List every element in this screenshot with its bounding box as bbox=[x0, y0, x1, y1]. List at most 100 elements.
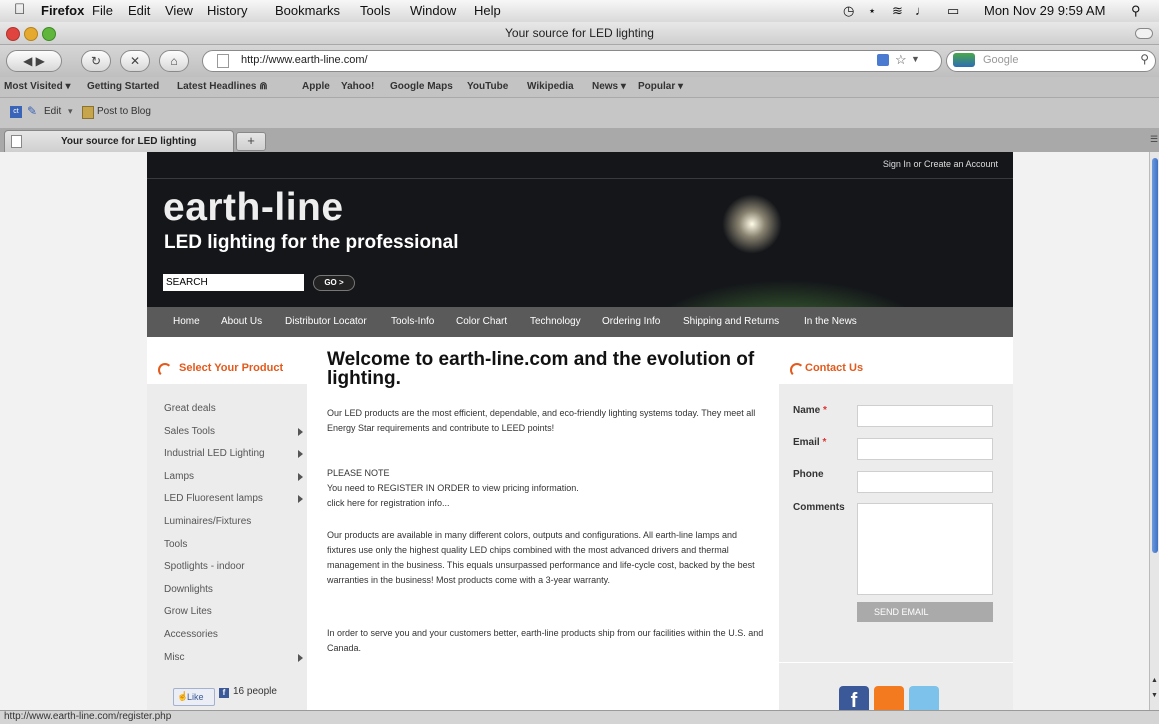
time-machine-icon[interactable]: ◷ bbox=[843, 3, 854, 19]
sign-in-link[interactable]: Sign In or Create an Account bbox=[883, 159, 998, 169]
product-accessories[interactable]: Accessories bbox=[164, 629, 218, 640]
search-engine-icon[interactable] bbox=[953, 53, 975, 67]
menu-bookmarks[interactable]: Bookmarks bbox=[275, 3, 340, 18]
earth-sunrise-image bbox=[722, 194, 782, 254]
send-email-button[interactable]: SEND EMAIL bbox=[857, 602, 993, 622]
battery-icon[interactable]: ▭ bbox=[947, 3, 959, 19]
vertical-scrollbar[interactable]: ▲ ▼ bbox=[1149, 152, 1159, 710]
nav-distributor-locator[interactable]: Distributor Locator bbox=[285, 316, 367, 327]
bookmark-yahoo[interactable]: Yahoo! bbox=[341, 81, 374, 92]
menu-app-firefox[interactable]: Firefox bbox=[41, 3, 84, 18]
bookmark-news[interactable]: News ▾ bbox=[592, 81, 626, 92]
product-tools[interactable]: Tools bbox=[164, 539, 187, 550]
search-icon[interactable]: ⚲ bbox=[1140, 52, 1149, 66]
toolbar-toggle-icon[interactable] bbox=[1135, 28, 1153, 39]
menu-file[interactable]: File bbox=[92, 3, 113, 18]
nav-in-the-news[interactable]: In the News bbox=[804, 316, 857, 327]
bookmark-apple[interactable]: Apple bbox=[302, 81, 330, 92]
url-bar[interactable]: http://www.earth-line.com/ ☆ ▼ bbox=[202, 50, 942, 72]
site-container: Sign In or Create an Account earth-line … bbox=[147, 152, 1013, 710]
url-dropdown-icon[interactable]: ▼ bbox=[911, 54, 920, 64]
stop-icon[interactable]: ✕ bbox=[120, 50, 150, 72]
menu-window[interactable]: Window bbox=[410, 3, 456, 18]
back-forward-button[interactable]: ◀ ▶ bbox=[6, 50, 62, 72]
product-great-deals[interactable]: Great deals bbox=[164, 403, 216, 414]
url-text[interactable]: http://www.earth-line.com/ bbox=[241, 54, 368, 66]
menu-tools[interactable]: Tools bbox=[360, 3, 390, 18]
apple-icon[interactable]:  bbox=[14, 1, 25, 18]
volume-icon[interactable]: ♩ bbox=[915, 3, 928, 18]
scroll-up-icon[interactable]: ▲ bbox=[1151, 677, 1158, 684]
comments-field[interactable] bbox=[857, 503, 993, 595]
product-lamps[interactable]: Lamps bbox=[164, 471, 194, 482]
bookmark-star-icon[interactable]: ☆ bbox=[895, 52, 907, 68]
bluetooth-icon[interactable]: ⋆ bbox=[868, 3, 876, 19]
addon-edit-dropdown-icon[interactable]: ▾ bbox=[68, 106, 73, 117]
submenu-arrow-icon[interactable] bbox=[298, 450, 303, 458]
addon-edit-button[interactable]: Edit bbox=[44, 106, 61, 117]
product-sales-tools[interactable]: Sales Tools bbox=[164, 426, 215, 437]
submenu-arrow-icon[interactable] bbox=[298, 473, 303, 481]
bookmark-getting-started[interactable]: Getting Started bbox=[87, 81, 159, 92]
product-misc[interactable]: Misc bbox=[164, 652, 185, 663]
menu-help[interactable]: Help bbox=[474, 3, 501, 18]
bookmark-wikipedia[interactable]: Wikipedia bbox=[527, 81, 574, 92]
bookmark-google-maps[interactable]: Google Maps bbox=[390, 81, 453, 92]
spotlight-icon[interactable]: ⚲ bbox=[1131, 3, 1141, 19]
tab-list-icon[interactable]: ☰ bbox=[1150, 134, 1158, 145]
product-industrial-led[interactable]: Industrial LED Lighting bbox=[164, 448, 265, 459]
nav-technology[interactable]: Technology bbox=[530, 316, 581, 327]
search-box[interactable]: Google ⚲ bbox=[946, 50, 1156, 72]
nav-ordering-info[interactable]: Ordering Info bbox=[602, 316, 660, 327]
name-field[interactable] bbox=[857, 405, 993, 427]
nav-home[interactable]: Home bbox=[173, 316, 200, 327]
product-led-fluoresent[interactable]: LED Fluoresent lamps bbox=[164, 493, 263, 504]
twitter-icon[interactable] bbox=[909, 686, 939, 710]
tab-active[interactable]: Your source for LED lighting bbox=[4, 130, 234, 152]
scrollbar-thumb[interactable] bbox=[1152, 158, 1158, 553]
site-search-go-button[interactable]: GO > bbox=[313, 275, 355, 291]
product-spotlights[interactable]: Spotlights - indoor bbox=[164, 561, 245, 572]
menu-view[interactable]: View bbox=[165, 3, 193, 18]
submenu-arrow-icon[interactable] bbox=[298, 654, 303, 662]
bookmark-popular[interactable]: Popular ▾ bbox=[638, 81, 683, 92]
reload-icon[interactable]: ↻ bbox=[81, 50, 111, 72]
product-grow-lites[interactable]: Grow Lites bbox=[164, 606, 212, 617]
site-search-input[interactable] bbox=[163, 274, 304, 291]
nav-color-chart[interactable]: Color Chart bbox=[456, 316, 507, 327]
bookmark-most-visited[interactable]: Most Visited ▾ bbox=[4, 81, 71, 92]
email-field[interactable] bbox=[857, 438, 993, 460]
name-label: Name * bbox=[793, 405, 827, 416]
nav-tools-info[interactable]: Tools-Info bbox=[391, 316, 434, 327]
menu-clock[interactable]: Mon Nov 29 9:59 AM bbox=[984, 3, 1105, 18]
navigation-toolbar: ◀ ▶ ↻ ✕ ⌂ http://www.earth-line.com/ ☆ ▼… bbox=[0, 45, 1159, 77]
thumbs-up-icon: ☝ bbox=[177, 691, 189, 701]
welcome-heading: Welcome to earth-line.com and the evolut… bbox=[327, 349, 755, 389]
rss-icon[interactable] bbox=[874, 686, 904, 710]
nav-shipping-returns[interactable]: Shipping and Returns bbox=[683, 316, 779, 327]
edit-pencil-icon[interactable]: ✎ bbox=[27, 104, 37, 118]
home-icon[interactable]: ⌂ bbox=[159, 50, 189, 72]
wifi-icon[interactable]: ≋ bbox=[892, 3, 903, 19]
search-placeholder: Google bbox=[983, 54, 1019, 66]
submenu-arrow-icon[interactable] bbox=[298, 428, 303, 436]
bookmark-youtube[interactable]: YouTube bbox=[467, 81, 508, 92]
product-luminaires[interactable]: Luminaires/Fixtures bbox=[164, 516, 251, 527]
submenu-arrow-icon[interactable] bbox=[298, 495, 303, 503]
bookmark-latest-headlines[interactable]: Latest Headlines ⋒ bbox=[177, 81, 268, 92]
scroll-down-icon[interactable]: ▼ bbox=[1151, 692, 1158, 699]
post-to-blog-button[interactable]: Post to Blog bbox=[97, 106, 151, 117]
nav-about-us[interactable]: About Us bbox=[221, 316, 262, 327]
facebook-icon[interactable]: f bbox=[839, 686, 869, 710]
addon-logo-icon[interactable]: ct bbox=[10, 106, 22, 118]
phone-field[interactable] bbox=[857, 471, 993, 493]
page-viewport: Sign In or Create an Account earth-line … bbox=[0, 152, 1149, 710]
rss-feed-icon[interactable] bbox=[877, 54, 889, 66]
tab-title[interactable]: Your source for LED lighting bbox=[61, 136, 196, 147]
new-tab-button[interactable]: + bbox=[236, 132, 266, 151]
registration-info-link[interactable]: click here for registration info... bbox=[327, 496, 767, 511]
menu-edit[interactable]: Edit bbox=[128, 3, 150, 18]
product-downlights[interactable]: Downlights bbox=[164, 584, 213, 595]
site-logo[interactable]: earth-line bbox=[163, 186, 344, 230]
menu-history[interactable]: History bbox=[207, 3, 247, 18]
